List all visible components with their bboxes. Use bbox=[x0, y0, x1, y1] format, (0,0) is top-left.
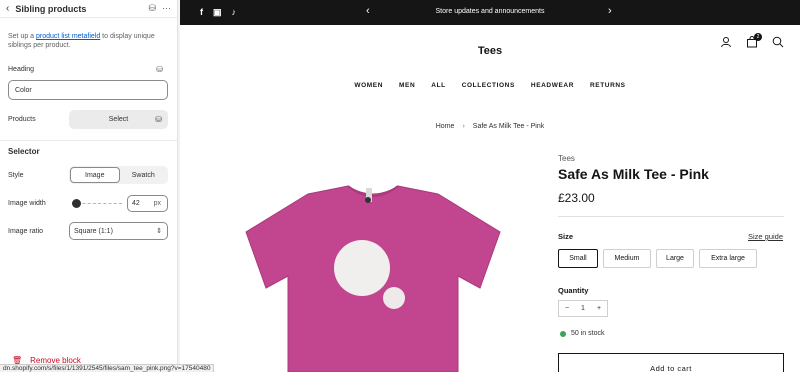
heading-label: Heading bbox=[8, 66, 35, 73]
quantity-label: Quantity bbox=[558, 286, 589, 295]
product-vendor[interactable]: Tees bbox=[558, 154, 575, 163]
style-option-image[interactable]: Image bbox=[70, 167, 120, 183]
header-icons: 2 bbox=[720, 33, 784, 50]
quantity-stepper: − 1 + bbox=[558, 300, 608, 317]
breadcrumb: Home › Safe As Milk Tee - Pink bbox=[180, 123, 800, 130]
editor-panel: ‹ Sibling products ⛁ ⋯ Set up a product … bbox=[0, 0, 178, 372]
quantity-input[interactable]: 1 bbox=[575, 301, 591, 316]
product-title: Safe As Milk Tee - Pink bbox=[558, 166, 709, 182]
product-image[interactable] bbox=[228, 180, 518, 372]
add-to-cart-button[interactable]: Add to cart bbox=[558, 353, 784, 372]
zoom-cursor-icon bbox=[365, 197, 371, 203]
database-icon[interactable]: ⛁ bbox=[148, 3, 156, 14]
quantity-decrease-button[interactable]: − bbox=[559, 301, 575, 316]
style-label: Style bbox=[8, 172, 24, 179]
products-label: Products bbox=[8, 116, 36, 123]
metafield-link[interactable]: product list metafield bbox=[36, 33, 100, 40]
image-width-input[interactable]: 42 px bbox=[127, 195, 168, 212]
announcement-next-icon[interactable]: › bbox=[608, 5, 612, 17]
cart-button[interactable]: 2 bbox=[746, 33, 762, 50]
dynamic-source-icon[interactable]: ⛁ bbox=[156, 65, 163, 74]
price-divider bbox=[558, 216, 784, 217]
image-ratio-select[interactable]: Square (1:1) ⇕ bbox=[69, 222, 168, 240]
nav-item-headwear[interactable]: HEADWEAR bbox=[531, 82, 574, 89]
quantity-increase-button[interactable]: + bbox=[591, 301, 607, 316]
search-icon[interactable] bbox=[772, 36, 784, 48]
breadcrumb-separator-icon: › bbox=[462, 123, 465, 130]
nav-item-women[interactable]: WOMEN bbox=[354, 82, 383, 89]
chevron-left-icon[interactable]: ‹ bbox=[6, 3, 9, 14]
size-option-large[interactable]: Large bbox=[656, 249, 694, 268]
product-price: £23.00 bbox=[558, 191, 595, 205]
chevron-updown-icon: ⇕ bbox=[156, 228, 162, 235]
nav-item-returns[interactable]: RETURNS bbox=[590, 82, 626, 89]
stock-text: 50 in stock bbox=[571, 330, 605, 337]
size-option-extra-large[interactable]: Extra large bbox=[699, 249, 757, 268]
image-width-value: 42 bbox=[132, 200, 140, 207]
status-bar-url: dn.shopify.com/s/files/1/1391/2545/files… bbox=[0, 364, 215, 372]
size-options: Small Medium Large Extra large bbox=[558, 249, 757, 268]
image-ratio-label: Image ratio bbox=[8, 228, 44, 235]
stock-status: 50 in stock bbox=[560, 330, 604, 337]
nav-item-all[interactable]: ALL bbox=[431, 82, 445, 89]
nav-item-collections[interactable]: COLLECTIONS bbox=[462, 82, 515, 89]
image-ratio-value: Square (1:1) bbox=[74, 227, 113, 235]
print-small-circle bbox=[383, 287, 405, 309]
store-logo[interactable]: Tees bbox=[180, 45, 800, 57]
main-nav: WOMEN MEN ALL COLLECTIONS HEADWEAR RETUR… bbox=[180, 82, 800, 89]
help-prefix: Set up a bbox=[8, 33, 37, 40]
size-label: Size bbox=[558, 232, 574, 241]
nav-item-men[interactable]: MEN bbox=[399, 82, 415, 89]
announcement-bar: f ▣ ♪ ‹ Store updates and announcements … bbox=[180, 0, 800, 25]
style-option-swatch[interactable]: Swatch bbox=[120, 167, 168, 183]
account-icon[interactable] bbox=[720, 36, 732, 48]
size-guide-link[interactable]: Size guide bbox=[748, 232, 783, 241]
selector-section-title: Selector bbox=[8, 147, 40, 156]
stock-dot-icon bbox=[560, 330, 566, 337]
size-option-small[interactable]: Small bbox=[558, 249, 598, 268]
size-option-medium[interactable]: Medium bbox=[603, 249, 651, 268]
database-icon: ⛁ bbox=[155, 115, 162, 124]
help-text: Set up a product list metafield to displ… bbox=[0, 18, 177, 50]
cart-count-badge: 2 bbox=[754, 33, 762, 41]
products-select-label: Select bbox=[108, 116, 129, 123]
storefront-preview: f ▣ ♪ ‹ Store updates and announcements … bbox=[180, 0, 800, 372]
panel-header: ‹ Sibling products ⛁ ⋯ bbox=[0, 0, 177, 18]
panel-title: Sibling products bbox=[15, 3, 87, 14]
announcement-text: Store updates and announcements bbox=[435, 8, 545, 15]
image-width-label: Image width bbox=[8, 200, 46, 207]
style-segmented-control: Image Swatch bbox=[69, 166, 168, 184]
heading-input[interactable]: Color bbox=[8, 80, 168, 100]
more-options-icon[interactable]: ⋯ bbox=[162, 3, 171, 14]
print-large-circle bbox=[334, 240, 390, 296]
heading-row: Heading ⛁ bbox=[8, 65, 167, 74]
breadcrumb-home[interactable]: Home bbox=[436, 123, 455, 130]
image-width-slider-handle[interactable] bbox=[72, 199, 81, 208]
breadcrumb-current: Safe As Milk Tee - Pink bbox=[472, 123, 545, 130]
image-width-unit: px bbox=[153, 200, 161, 207]
products-select-button[interactable]: Select ⛁ bbox=[69, 110, 168, 129]
section-divider bbox=[0, 140, 178, 141]
